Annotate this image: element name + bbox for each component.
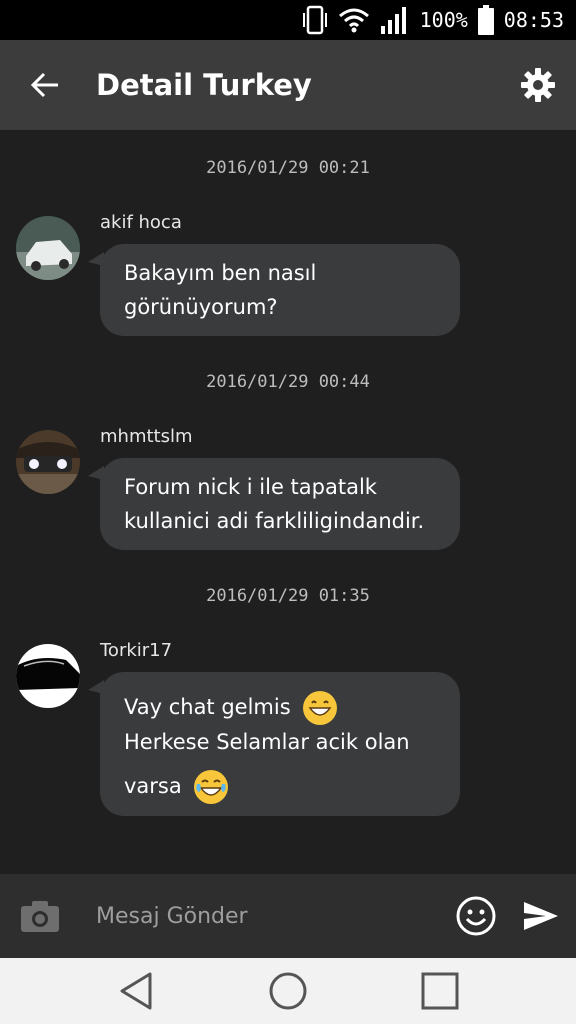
settings-button[interactable] <box>500 40 576 130</box>
signal-icon <box>380 6 410 34</box>
battery-percent: 100% <box>419 8 468 32</box>
chat-message-list[interactable]: 2016/01/29 00:21 akif hoca Bakayım ben n… <box>0 130 576 874</box>
send-icon <box>524 902 558 930</box>
emoji-button[interactable] <box>446 874 506 958</box>
clock: 08:53 <box>503 8 564 32</box>
message-bubble[interactable]: Vay chat gelmis Herkese Selamlar acik ol… <box>88 672 460 816</box>
nav-home-button[interactable] <box>248 958 328 1024</box>
message-composer <box>0 874 576 958</box>
message-sender: akif hoca <box>100 212 182 233</box>
message-text-line: Forum nick i ile tapatalk <box>124 475 377 499</box>
arrow-back-icon <box>30 72 58 98</box>
wifi-icon <box>338 7 370 33</box>
message-timestamp: 2016/01/29 00:21 <box>206 158 370 178</box>
message-timestamp: 2016/01/29 00:44 <box>206 372 370 392</box>
message-input[interactable] <box>80 886 446 946</box>
avatar[interactable] <box>16 430 80 494</box>
nav-back-button[interactable] <box>96 958 176 1024</box>
message-bubble[interactable]: Bakayım ben nasıl görünüyorum? <box>88 244 460 336</box>
nav-back-icon <box>120 972 152 1010</box>
avatar[interactable] <box>16 644 80 708</box>
status-bar: 100% 08:53 <box>0 0 576 40</box>
phone-vibrate-icon <box>302 5 328 35</box>
camera-button[interactable] <box>0 874 80 958</box>
message-text-line: Vay chat gelmis <box>124 695 291 719</box>
emoji-icon <box>456 896 496 936</box>
nav-home-icon <box>269 972 307 1010</box>
message-text-line: Bakayım ben nasıl <box>124 261 317 285</box>
nav-recents-button[interactable] <box>400 958 480 1024</box>
system-nav-bar <box>0 958 576 1024</box>
grinning-face-icon <box>303 691 338 725</box>
battery-icon <box>477 5 494 35</box>
app-bar: Detail Turkey <box>0 40 576 130</box>
nav-recents-icon <box>421 972 459 1010</box>
message-sender: mhmttslm <box>100 426 193 447</box>
tears-of-joy-icon <box>194 770 229 804</box>
gear-icon <box>521 68 555 102</box>
message-text-line: varsa <box>124 774 182 798</box>
send-button[interactable] <box>506 874 576 958</box>
message-sender: Torkir17 <box>100 640 173 661</box>
message-bubble[interactable]: Forum nick i ile tapatalk kullanici adi … <box>88 458 460 550</box>
message-text-line: görünüyorum? <box>124 295 278 319</box>
page-title: Detail Turkey <box>96 68 312 102</box>
camera-icon <box>21 901 59 932</box>
message-text-line: kullanici adi farkliligindandir. <box>124 509 425 533</box>
back-button[interactable] <box>0 40 90 130</box>
message-text-line: Herkese Selamlar acik olan <box>124 730 410 754</box>
avatar[interactable] <box>16 216 80 280</box>
message-timestamp: 2016/01/29 01:35 <box>206 586 370 606</box>
